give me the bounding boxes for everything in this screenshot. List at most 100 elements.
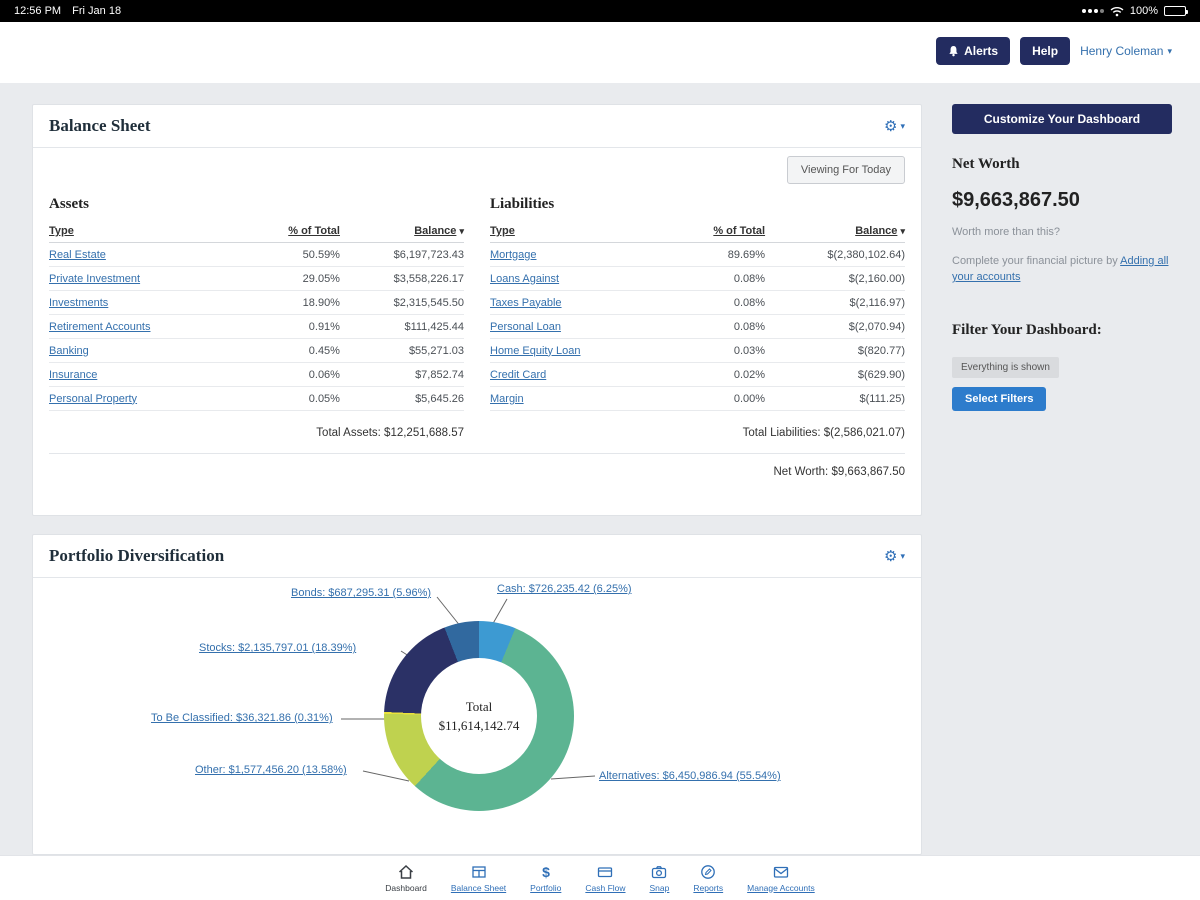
envelope-icon [773,864,789,880]
alerts-button[interactable]: Alerts [936,37,1010,65]
nav-manage-accounts[interactable]: Manage Accounts [747,864,815,893]
balance-value: $55,271.03 [340,339,464,363]
pct-of-total-value: 0.45% [228,339,340,363]
status-right: 100% [1082,5,1186,17]
user-menu[interactable]: Henry Coleman ▾ [1080,44,1172,58]
balance-value: $3,558,226.17 [340,267,464,291]
nav-label: Balance Sheet [451,883,506,893]
nav-dashboard[interactable]: Dashboard [385,864,427,893]
assets-sort-type[interactable]: Type [49,225,74,237]
gear-icon: ⚙ [884,117,897,135]
table-row: Margin 0.00%$(111.25) [490,387,905,411]
balance-sheet-settings-button[interactable]: ⚙ ▾ [884,117,905,135]
donut-center-label: Total [466,699,493,715]
account-type-link[interactable]: Margin [490,393,524,405]
portfolio-card: Portfolio Diversification ⚙ ▾ Total $11,… [32,534,922,855]
liabilities-sort-pct[interactable]: % of Total [713,225,765,237]
alerts-label: Alerts [964,44,998,58]
status-date: Fri Jan 18 [72,5,121,17]
nav-portfolio[interactable]: $ Portfolio [530,864,561,893]
balance-value: $6,197,723.43 [340,243,464,267]
account-type-link[interactable]: Taxes Payable [490,297,562,309]
chart-label-stocks[interactable]: Stocks: $2,135,797.01 (18.39%) [199,642,356,654]
account-type-link[interactable]: Mortgage [490,249,536,261]
sort-caret-icon: ▾ [900,226,905,236]
credit-card-icon [597,864,613,880]
balance-value: $(820.77) [765,339,905,363]
gear-icon: ⚙ [884,547,897,565]
account-type-link[interactable]: Retirement Accounts [49,321,151,333]
sort-caret-icon: ▾ [459,226,464,236]
edit-circle-icon [700,864,716,880]
pct-of-total-value: 0.03% [653,339,765,363]
filter-heading: Filter Your Dashboard: [952,322,1172,339]
total-liabilities: Total Liabilities: $(2,586,021.07) [490,427,905,439]
pct-of-total-value: 0.00% [653,387,765,411]
account-type-link[interactable]: Private Investment [49,273,140,285]
pct-of-total-value: 0.02% [653,363,765,387]
dollar-icon: $ [538,864,554,880]
nav-label: Cash Flow [585,883,625,893]
chart-label-to-be-classified[interactable]: To Be Classified: $36,321.86 (0.31%) [151,712,333,724]
help-button[interactable]: Help [1020,37,1070,65]
account-type-link[interactable]: Home Equity Loan [490,345,581,357]
net-worth-heading: Net Worth [952,156,1172,173]
table-row: Investments18.90%$2,315,545.50 [49,291,464,315]
nav-balance-sheet[interactable]: Balance Sheet [451,864,506,893]
status-bar: 12:56 PM Fri Jan 18 100% [0,0,1200,22]
select-filters-button[interactable]: Select Filters [952,387,1046,411]
account-type-link[interactable]: Insurance [49,369,97,381]
nav-reports[interactable]: Reports [693,864,723,893]
liabilities-table: Type % of Total Balance ▾ Mortgage89.69%… [490,220,905,411]
liabilities-heading: Liabilities [490,196,905,213]
table-row: Private Investment29.05%$3,558,226.17 [49,267,464,291]
account-type-link[interactable]: Investments [49,297,108,309]
complete-picture-text: Complete your financial picture by Addin… [952,253,1172,286]
chart-label-bonds[interactable]: Bonds: $687,295.31 (5.96%) [291,587,431,599]
table-row: Real Estate 50.59%$6,197,723.43 [49,243,464,267]
pct-of-total-value: 0.08% [653,291,765,315]
balance-sheet-card: Balance Sheet ⚙ ▾ Viewing For Today Asse… [32,104,922,516]
liabilities-section: Liabilities Type % of Total Balance ▾ Mo… [490,196,905,411]
status-left: 12:56 PM Fri Jan 18 [14,5,129,17]
balance-value: $(2,116.97) [765,291,905,315]
table-row: Loans Against0.08%$(2,160.00) [490,267,905,291]
viewing-for-today-button[interactable]: Viewing For Today [787,156,905,184]
balance-value: $2,315,545.50 [340,291,464,315]
pct-of-total-value: 50.59% [228,243,340,267]
assets-sort-pct[interactable]: % of Total [288,225,340,237]
account-type-link[interactable]: Personal Property [49,393,137,405]
account-type-link[interactable]: Credit Card [490,369,546,381]
table-icon [471,864,487,880]
account-type-link[interactable]: Real Estate [49,249,106,261]
portfolio-settings-button[interactable]: ⚙ ▾ [884,547,905,565]
nav-snap[interactable]: Snap [650,864,670,893]
donut-center: Total $11,614,142.74 [421,658,537,774]
chart-label-alternatives[interactable]: Alternatives: $6,450,986.94 (55.54%) [599,770,781,782]
chart-label-other[interactable]: Other: $1,577,456.20 (13.58%) [195,764,347,776]
customize-dashboard-button[interactable]: Customize Your Dashboard [952,104,1172,134]
worth-more-text: Worth more than this? [952,224,1172,241]
user-name: Henry Coleman [1080,44,1163,58]
dashboard-page: 12:56 PM Fri Jan 18 100% Alerts [0,0,1200,900]
liabilities-sort-balance[interactable]: Balance [855,225,897,237]
nav-cash-flow[interactable]: Cash Flow [585,864,625,893]
chevron-down-icon: ▾ [1167,46,1172,57]
account-type-link[interactable]: Banking [49,345,89,357]
wifi-icon [1110,6,1124,17]
table-row: Credit Card0.02%$(629.90) [490,363,905,387]
donut-center-value: $11,614,142.74 [439,718,520,734]
assets-sort-balance[interactable]: Balance [414,225,456,237]
portfolio-donut-chart[interactable]: Total $11,614,142.74 [384,621,574,811]
nav-label: Reports [693,883,723,893]
assets-table: Type % of Total Balance ▾ Real Estate 50.… [49,220,464,411]
chart-label-cash[interactable]: Cash: $726,235.42 (6.25%) [497,583,632,595]
account-type-link[interactable]: Loans Against [490,273,559,285]
liabilities-sort-type[interactable]: Type [490,225,515,237]
cellular-signal-icon [1082,9,1104,13]
net-worth-line: Net Worth: $9,663,867.50 [49,453,905,478]
balance-value: $(111.25) [765,387,905,411]
balance-value: $(2,070.94) [765,315,905,339]
account-type-link[interactable]: Personal Loan [490,321,561,333]
nav-label: Portfolio [530,883,561,893]
